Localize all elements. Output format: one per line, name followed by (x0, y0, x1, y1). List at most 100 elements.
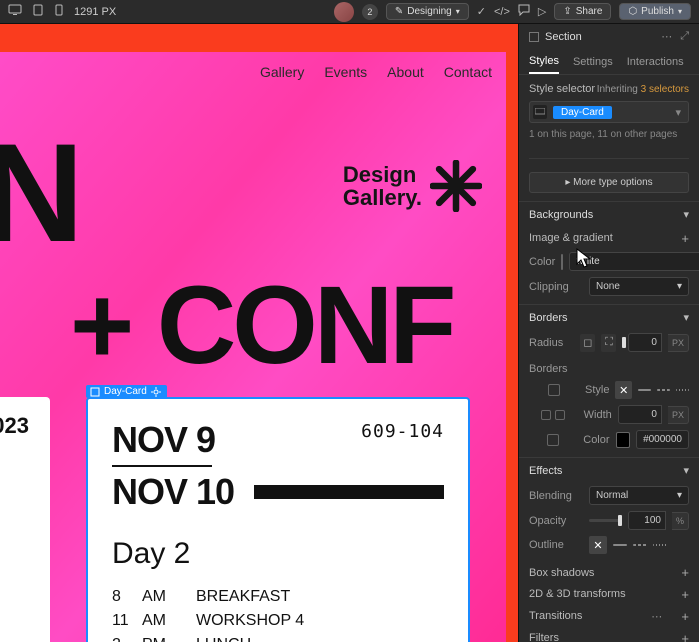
hero-text-2: + CONF (70, 262, 452, 389)
radius-unit[interactable]: PX (668, 334, 689, 352)
inheriting-label[interactable]: Inheriting 3 selectors (597, 84, 689, 95)
border-width-unit[interactable]: PX (668, 406, 689, 424)
image-gradient-label: Image & gradient (529, 232, 675, 244)
border-dotted-icon[interactable] (676, 389, 689, 391)
thick-divider (254, 485, 444, 499)
share-button[interactable]: ⇪Share (554, 3, 611, 20)
mode-button[interactable]: ✎Designing▾ (386, 3, 469, 20)
border-dashed-icon[interactable] (657, 389, 670, 391)
comment-icon[interactable] (518, 4, 530, 19)
blending-label: Blending (529, 490, 583, 502)
section-icon (529, 32, 539, 42)
plus-icon[interactable]: + (681, 587, 689, 602)
gear-icon[interactable] (151, 387, 161, 397)
effects-section: Effects▾ Blending Normal▾ Opacity 100% O… (519, 458, 699, 642)
publish-button[interactable]: ⬡Publish▾ (619, 3, 691, 20)
transforms-label: 2D & 3D transforms (529, 588, 675, 600)
border-solid-icon[interactable] (638, 389, 651, 391)
chevron-down-icon[interactable]: ▾ (683, 208, 689, 221)
play-icon[interactable]: ▷ (538, 5, 546, 18)
opacity-slider[interactable] (589, 519, 622, 522)
site-logo: DesignGallery. (343, 160, 482, 212)
border-side-picker[interactable] (555, 410, 565, 420)
plus-icon[interactable]: + (681, 631, 689, 642)
nav-link[interactable]: Contact (444, 64, 492, 80)
more-icon[interactable]: ⋯ (651, 610, 663, 623)
blending-select[interactable]: Normal▾ (589, 486, 689, 505)
more-type-options-button[interactable]: ▸ More type options (529, 172, 689, 193)
border-none-icon[interactable]: ✕ (615, 381, 632, 399)
expand-icon[interactable]: ⤢ (680, 30, 689, 43)
breakpoint-icon[interactable] (533, 105, 547, 119)
radius-value[interactable]: 0 (628, 333, 661, 352)
box-shadows-label: Box shadows (529, 567, 675, 579)
border-side-picker[interactable] (547, 434, 559, 446)
schedule-row: 11AMWORKSHOP 4 (112, 609, 444, 633)
radius-individual-icon[interactable]: ⛶ (601, 334, 616, 352)
collab-count-badge[interactable]: 2 (362, 4, 378, 20)
nav-link[interactable]: Gallery (260, 64, 304, 80)
border-width-value[interactable]: 0 (618, 405, 662, 424)
schedule-list: 8AMBREAKFAST 11AMWORKSHOP 4 2PMLUNCH 5PM… (112, 585, 444, 642)
bg-color-input[interactable] (569, 252, 699, 271)
design-canvas[interactable]: Gallery Events About Contact DesignGalle… (0, 24, 518, 642)
device-desktop-icon[interactable] (8, 4, 22, 19)
chevron-down-icon[interactable]: ▾ (683, 311, 689, 324)
radius-all-icon[interactable]: ◻ (580, 334, 595, 352)
border-color-value[interactable]: #000000 (636, 430, 689, 449)
canvas-dimension[interactable]: 1291 PX (74, 6, 116, 18)
outline-dashed-icon[interactable] (633, 544, 647, 546)
border-style-label: Style (585, 384, 609, 396)
star-icon (430, 160, 482, 212)
checkmark-icon[interactable]: ✓ (477, 5, 486, 18)
tab-interactions[interactable]: Interactions (627, 49, 684, 74)
color-swatch[interactable] (561, 254, 563, 270)
plus-icon[interactable]: + (681, 609, 689, 624)
device-mobile-icon[interactable] (54, 4, 64, 19)
outline-dotted-icon[interactable] (653, 544, 667, 546)
transitions-label: Transitions (529, 610, 645, 622)
outline-label: Outline (529, 539, 583, 551)
class-tag-selector[interactable]: Day-Card ▾ (529, 101, 689, 123)
day-card-selected[interactable]: NOV 9 NOV 10 609-104 Day 2 8AMBREAKFAST … (86, 397, 470, 642)
avatar[interactable] (334, 2, 354, 22)
code-icon[interactable]: </> (494, 6, 510, 18)
plus-icon[interactable]: + (681, 565, 689, 580)
device-tablet-icon[interactable] (32, 4, 44, 19)
schedule-row: 8AMBREAKFAST (112, 585, 444, 609)
nav-link[interactable]: Events (324, 64, 367, 80)
tab-settings[interactable]: Settings (573, 49, 613, 74)
class-tag[interactable]: Day-Card (553, 106, 612, 119)
day-label: Day 2 (112, 537, 444, 571)
outline-solid-icon[interactable] (613, 544, 627, 546)
selector-instances-note[interactable]: 1 on this page, 11 on other pages (519, 129, 699, 146)
border-side-picker[interactable] (548, 384, 560, 396)
plus-icon[interactable]: + (681, 231, 689, 246)
nav-link[interactable]: About (387, 64, 424, 80)
borders-section: Borders▾ Radius ◻ ⛶ 0PX Borders Style ✕ (519, 305, 699, 458)
clipping-label: Clipping (529, 281, 583, 293)
border-side-picker[interactable] (541, 410, 551, 420)
bg-color-label: Color (529, 256, 555, 268)
radius-label: Radius (529, 337, 574, 349)
day-card-prev[interactable]: 2023 (0, 397, 50, 642)
opacity-unit[interactable]: % (672, 512, 689, 530)
hero-text-1: GN (0, 112, 78, 274)
room-code: 609-104 (361, 421, 444, 442)
border-width-label: Width (584, 409, 612, 421)
schedule-row: 2PMLUNCH (112, 633, 444, 642)
tab-styles[interactable]: Styles (529, 49, 559, 74)
outline-none-icon[interactable]: ✕ (589, 536, 607, 554)
chevron-down-icon[interactable]: ▾ (675, 106, 681, 119)
chevron-down-icon[interactable]: ▾ (683, 464, 689, 477)
opacity-value[interactable]: 100 (628, 511, 666, 530)
borders-sub-label: Borders (529, 363, 583, 375)
filters-label: Filters (529, 632, 675, 642)
site-nav: Gallery Events About Contact (260, 64, 492, 80)
divider (112, 465, 212, 467)
clipping-select[interactable]: None▾ (589, 277, 689, 296)
style-selector-label: Style selector (529, 83, 595, 95)
border-color-swatch[interactable] (616, 432, 631, 448)
opacity-label: Opacity (529, 515, 583, 527)
more-icon[interactable]: ⋯ (661, 30, 672, 43)
